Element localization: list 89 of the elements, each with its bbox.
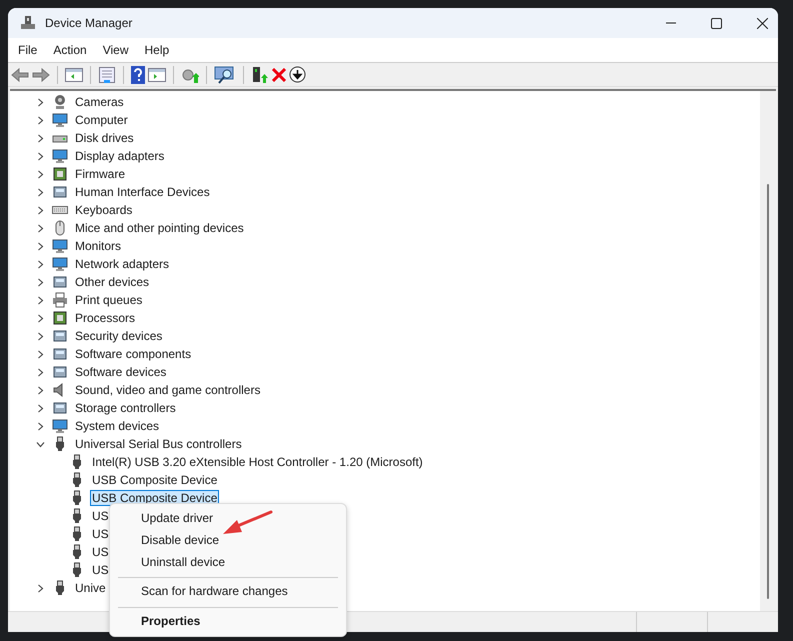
window-title: Device Manager	[45, 16, 132, 30]
tree-item[interactable]: Mice and other pointing devices	[73, 220, 246, 236]
chevron-right-icon[interactable]	[36, 170, 45, 178]
tree-item[interactable]: Unive	[73, 580, 108, 596]
menu-item[interactable]: File	[10, 43, 46, 57]
close-icon[interactable]	[757, 18, 768, 28]
tree-item[interactable]: Network adapters	[73, 256, 172, 272]
tree-item[interactable]: Display adapters	[73, 148, 166, 164]
chevron-right-icon[interactable]	[36, 422, 45, 430]
tree-item[interactable]: US	[90, 508, 111, 524]
menu-item[interactable]: Disable device	[110, 529, 346, 551]
tree-item[interactable]: Keyboards	[73, 202, 134, 218]
device-icon	[20, 15, 36, 31]
chevron-right-icon[interactable]	[36, 404, 45, 412]
scrollbar-thumb[interactable]	[767, 184, 769, 599]
tree-item[interactable]: Monitors	[73, 238, 124, 254]
properties-icon[interactable]	[98, 66, 116, 84]
chevron-right-icon[interactable]	[36, 386, 45, 394]
tree-item[interactable]: Storage controllers	[73, 400, 178, 416]
back-icon[interactable]	[11, 66, 29, 82]
chevron-right-icon[interactable]	[36, 332, 45, 340]
pointer-arrow	[221, 509, 273, 537]
chevron-right-icon[interactable]	[36, 224, 45, 232]
menu-item[interactable]: View	[94, 43, 136, 57]
tree-item[interactable]: USB Composite Device	[90, 472, 220, 488]
menu-item[interactable]: Properties	[118, 607, 338, 633]
tree-item[interactable]: Print queues	[73, 292, 144, 308]
tree-item[interactable]: Security devices	[73, 328, 164, 344]
enable-device-icon[interactable]	[251, 66, 269, 84]
chevron-right-icon[interactable]	[36, 188, 45, 196]
download-icon[interactable]	[289, 66, 306, 83]
menu-item[interactable]: Help	[136, 43, 178, 57]
monitor-icon	[52, 238, 68, 254]
chevron-right-icon[interactable]	[36, 296, 45, 304]
device-icon	[52, 184, 68, 200]
camera-icon	[52, 94, 68, 110]
tree-item[interactable]: Human Interface Devices	[73, 184, 212, 200]
chevron-right-icon[interactable]	[36, 242, 45, 250]
tree-item[interactable]: Software components	[73, 346, 194, 362]
scan-monitor-icon[interactable]	[214, 66, 236, 84]
tree-item[interactable]: Software devices	[73, 364, 168, 380]
tree-item[interactable]: US	[90, 562, 111, 578]
chevron-right-icon[interactable]	[36, 368, 45, 376]
tree-item[interactable]: Cameras	[73, 94, 126, 110]
chevron-right-icon[interactable]	[36, 260, 45, 268]
chip-icon	[52, 166, 68, 182]
menu-item[interactable]: Uninstall device	[110, 551, 346, 573]
action-pane-icon[interactable]	[148, 66, 166, 82]
chip-icon	[52, 310, 68, 326]
chevron-right-icon[interactable]	[36, 278, 45, 286]
chevron-down-icon[interactable]	[36, 440, 45, 448]
menu-item[interactable]: Scan for hardware changes	[118, 577, 338, 603]
chevron-right-icon[interactable]	[36, 134, 45, 142]
forward-icon[interactable]	[32, 66, 50, 82]
monitor-icon	[52, 148, 68, 164]
device-icon	[52, 364, 68, 380]
tree-item[interactable]: Other devices	[73, 274, 152, 290]
tree-item[interactable]: Universal Serial Bus controllers	[73, 436, 244, 452]
device-icon	[52, 328, 68, 344]
chevron-right-icon[interactable]	[36, 314, 45, 322]
monitor-icon	[52, 418, 68, 434]
monitor-icon	[52, 256, 68, 272]
chevron-right-icon[interactable]	[36, 350, 45, 358]
chevron-right-icon[interactable]	[36, 98, 45, 106]
tree-item[interactable]: US	[90, 544, 111, 560]
printer-icon	[52, 292, 68, 308]
tree-item[interactable]: US	[90, 526, 111, 542]
monitor-icon	[52, 112, 68, 128]
menu-item[interactable]: Update driver	[110, 507, 346, 529]
maximize-icon[interactable]	[711, 18, 722, 28]
tree-item[interactable]: Disk drives	[73, 130, 136, 146]
tree-item[interactable]: Processors	[73, 310, 138, 326]
menu-item[interactable]: Action	[45, 43, 95, 57]
help-icon[interactable]	[131, 66, 145, 84]
delete-icon[interactable]	[272, 68, 286, 82]
tree-item[interactable]: Intel(R) USB 3.20 eXtensible Host Controller - 1.20 (Microsoft)	[90, 454, 425, 470]
device-icon	[52, 274, 68, 290]
tree-item[interactable]: Computer	[73, 112, 130, 128]
chevron-right-icon[interactable]	[36, 584, 45, 592]
chevron-right-icon[interactable]	[36, 152, 45, 160]
device-icon	[52, 346, 68, 362]
chevron-right-icon[interactable]	[36, 206, 45, 214]
tree-item[interactable]: System devices	[73, 418, 162, 434]
chevron-right-icon[interactable]	[36, 116, 45, 124]
scrollbar[interactable]	[760, 91, 776, 611]
device-icon	[52, 400, 68, 416]
console-tree-icon[interactable]	[65, 66, 83, 82]
tree-item[interactable]: Sound, video and game controllers	[73, 382, 262, 398]
tree-item[interactable]: Firmware	[73, 166, 127, 182]
